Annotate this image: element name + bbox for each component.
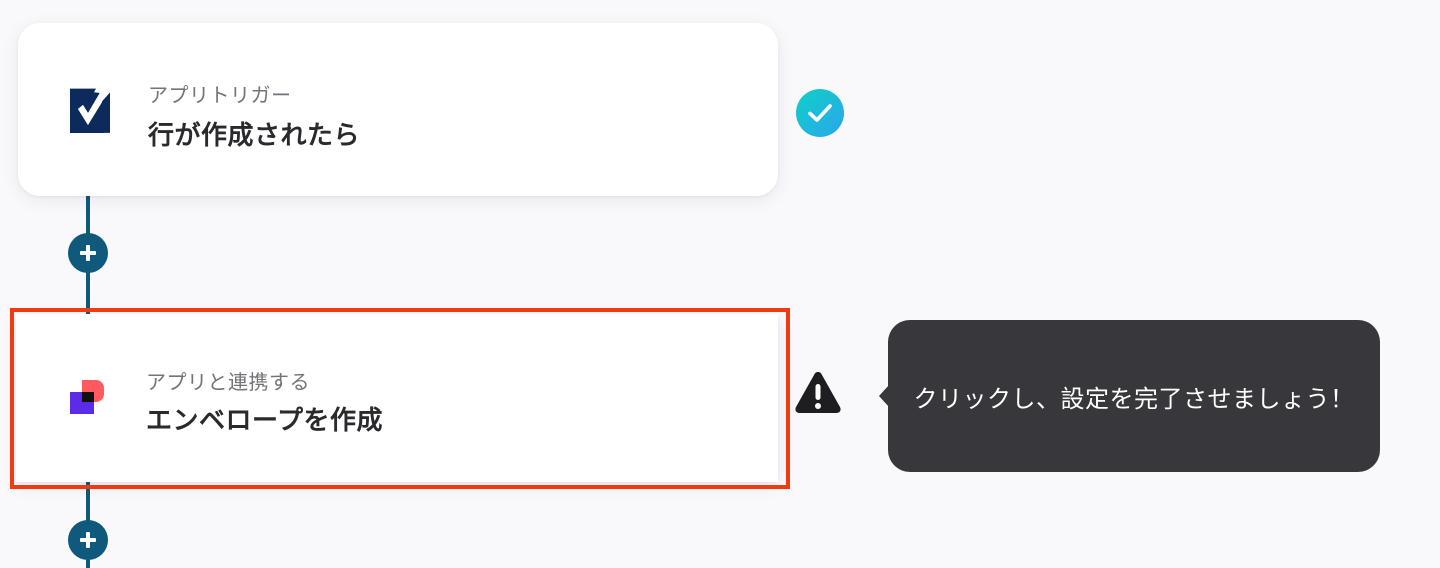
smartsheet-icon <box>70 85 110 133</box>
highlight-frame <box>10 308 790 489</box>
completed-check-icon <box>796 89 844 137</box>
tooltip-text: クリックし、設定を完了させましょう！ <box>913 384 1355 413</box>
step-type-label: アプリトリガー <box>148 83 292 107</box>
plus-icon <box>80 532 96 548</box>
add-step-button[interactable] <box>68 520 108 560</box>
trigger-step-card[interactable]: アプリトリガー 行が作成されたら <box>18 23 778 196</box>
add-step-button[interactable] <box>68 233 108 273</box>
setup-hint-tooltip: クリックし、設定を完了させましょう！ <box>879 320 1380 472</box>
step-title: 行が作成されたら <box>148 121 361 151</box>
warning-icon <box>793 369 843 415</box>
plus-icon <box>80 245 96 261</box>
